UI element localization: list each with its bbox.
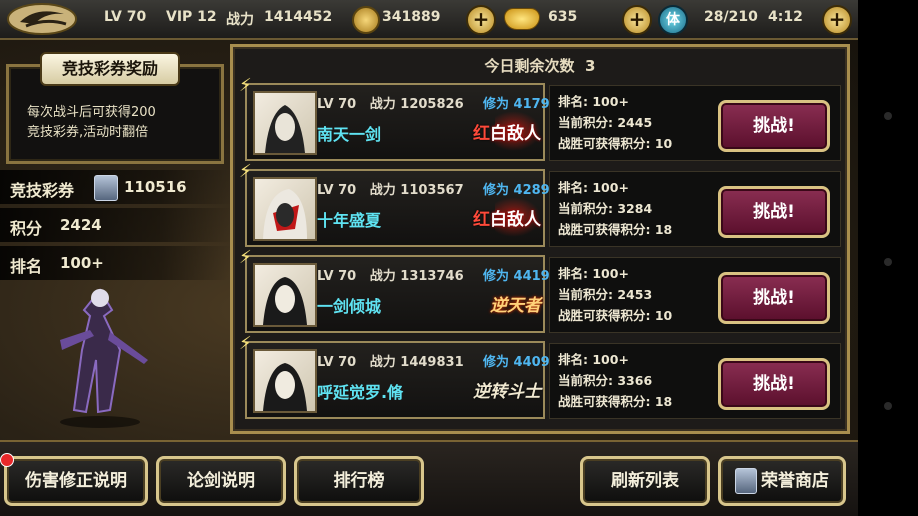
ticket-icon (94, 175, 118, 201)
rank-value: 100+ (60, 254, 104, 272)
score-label: 积分 (10, 219, 43, 238)
challenge-button[interactable]: 挑战! (718, 186, 830, 238)
remaining-value: 3 (585, 57, 596, 75)
vip-level: VIP 12 (166, 9, 217, 25)
opponent-win-points: 战胜可获得积分: 10 (558, 308, 673, 323)
opponent-rank-box: 排名: 100+ 当前积分: 2453 战胜可获得积分: 10 挑战! (549, 257, 841, 333)
opponent-rank: 排名: 100+ (558, 352, 629, 367)
notification-dot-icon (0, 453, 14, 467)
nav-dot-icon[interactable] (884, 258, 892, 266)
opponent-score: 当前积分: 2453 (558, 287, 653, 302)
add-coins-button[interactable]: + (466, 5, 496, 35)
rank-label: 排名 (10, 257, 43, 276)
lunjian-info-button[interactable]: 论剑说明 (156, 456, 286, 506)
opponent-win-points: 战胜可获得积分: 18 (558, 394, 673, 409)
lightning-icon: ⚡ (239, 75, 252, 96)
opponent-rank: 排名: 100+ (558, 94, 629, 109)
stamina-amount: 28/210 (704, 9, 758, 25)
add-gold-button[interactable]: + (622, 5, 652, 35)
remaining-label: 今日剩余次数 (484, 57, 575, 75)
opponent-card[interactable]: ⚡ LV 70 战力 1103567 修为 4289 十年盛夏 红白敌人 (239, 161, 550, 247)
nav-dot-icon[interactable] (884, 112, 892, 120)
shop-ticket-icon (735, 468, 757, 494)
reward-description: 每次战斗后可获得200 竞技彩券,活动时翻倍 (27, 103, 207, 143)
opponent-level-power: LV 70 战力 1103567 (317, 183, 464, 198)
honor-shop-button[interactable]: 荣誉商店 (718, 456, 846, 506)
avatar (253, 177, 317, 241)
leaderboard-button[interactable]: 排行榜 (294, 456, 424, 506)
opponent-cultivation: 修为 4409 (483, 355, 550, 370)
opponent-score: 当前积分: 3366 (558, 373, 653, 388)
reward-desc-line1: 每次战斗后可获得200 (27, 105, 156, 120)
reward-desc-line2: 竞技彩券,活动时翻倍 (27, 125, 149, 140)
stamina-icon: 体 (658, 5, 688, 35)
challenge-button[interactable]: 挑战! (718, 272, 830, 324)
challenge-button[interactable]: 挑战! (718, 358, 830, 410)
system-nav-strip (858, 0, 918, 516)
gold-amount: 635 (548, 9, 578, 25)
add-stamina-button[interactable]: + (822, 5, 852, 35)
avatar (253, 349, 317, 413)
score-stat-row: 积分 2424 (0, 208, 232, 242)
opponent-score: 当前积分: 3284 (558, 201, 653, 216)
avatar (253, 91, 317, 155)
ticket-value: 110516 (124, 178, 187, 196)
opponent-cultivation: 修为 4179 (483, 97, 550, 112)
opponent-win-points: 战胜可获得积分: 10 (558, 136, 673, 151)
game-screen: LV 70 VIP 12 战力 1414452 341889 + 635 + 体… (0, 0, 858, 516)
refresh-list-button[interactable]: 刷新列表 (580, 456, 710, 506)
opponent-rank-box: 排名: 100+ 当前积分: 3284 战胜可获得积分: 18 挑战! (549, 171, 841, 247)
opponent-card[interactable]: ⚡ LV 70 战力 1205826 修为 4179 南天一剑 红白敌人 (239, 75, 550, 161)
player-level: LV 70 (104, 9, 147, 25)
opponent-level-power: LV 70 战力 1313746 (317, 269, 464, 284)
opponent-title: 红白敌人 (473, 124, 541, 144)
honor-shop-label: 荣誉商店 (761, 471, 829, 491)
hero-character-image (60, 288, 148, 428)
coin-icon (352, 6, 380, 34)
opponent-name: 南天一剑 (317, 125, 382, 144)
coin-amount: 341889 (382, 9, 441, 25)
gold-ingot-icon (504, 8, 540, 30)
opponent-win-points: 战胜可获得积分: 18 (558, 222, 673, 237)
opponent-card[interactable]: ⚡ LV 70 战力 1449831 修为 4409 呼延觉罗.脩 逆转斗士 (239, 333, 550, 419)
lightning-icon: ⚡ (239, 333, 252, 354)
nav-dot-icon[interactable] (884, 402, 892, 410)
opponent-card[interactable]: ⚡ LV 70 战力 1313746 修为 4419 一剑倾城 逆天者 (239, 247, 550, 333)
opponent-name: 十年盛夏 (317, 211, 382, 230)
remaining-attempts: 今日剩余次数 3 (233, 55, 847, 76)
avatar (253, 263, 317, 327)
score-value: 2424 (60, 216, 102, 234)
opponent-title: 逆天者 (490, 296, 541, 316)
power-value: 1414452 (264, 9, 333, 25)
game-logo-icon[interactable] (6, 2, 78, 36)
rank-stat-row: 排名 100+ (0, 246, 232, 280)
challenge-button[interactable]: 挑战! (718, 100, 830, 152)
damage-correction-button[interactable]: 伤害修正说明 (4, 456, 148, 506)
opponent-rank-box: 排名: 100+ 当前积分: 2445 战胜可获得积分: 10 挑战! (549, 85, 841, 161)
opponent-level-power: LV 70 战力 1205826 (317, 97, 464, 112)
opponent-title: 红白敌人 (473, 210, 541, 230)
ticket-label: 竞技彩券 (10, 181, 75, 200)
stamina-timer: 4:12 (768, 9, 803, 25)
opponent-rank: 排名: 100+ (558, 266, 629, 281)
opponent-cultivation: 修为 4289 (483, 183, 550, 198)
opponent-name: 一剑倾城 (317, 297, 382, 316)
opponent-name: 呼延觉罗.脩 (317, 383, 404, 402)
lightning-icon: ⚡ (239, 161, 252, 182)
opponent-rank-box: 排名: 100+ 当前积分: 3366 战胜可获得积分: 18 挑战! (549, 343, 841, 419)
lightning-icon: ⚡ (239, 247, 252, 268)
power-label: 战力 (226, 12, 254, 28)
ticket-stat-row: 竞技彩券 110516 (0, 170, 232, 204)
opponent-rank: 排名: 100+ (558, 180, 629, 195)
reward-title: 竞技彩券奖励 (40, 52, 180, 86)
opponent-cultivation: 修为 4419 (483, 269, 550, 284)
top-status-bar: LV 70 VIP 12 战力 1414452 341889 + 635 + 体… (0, 0, 858, 40)
opponent-score: 当前积分: 2445 (558, 115, 653, 130)
opponent-title: 逆转斗士 (473, 382, 541, 402)
opponent-level-power: LV 70 战力 1449831 (317, 355, 464, 370)
opponent-list-panel: 今日剩余次数 3 ⚡ LV 70 战力 1205826 修为 4179 南天一剑… (230, 44, 850, 434)
